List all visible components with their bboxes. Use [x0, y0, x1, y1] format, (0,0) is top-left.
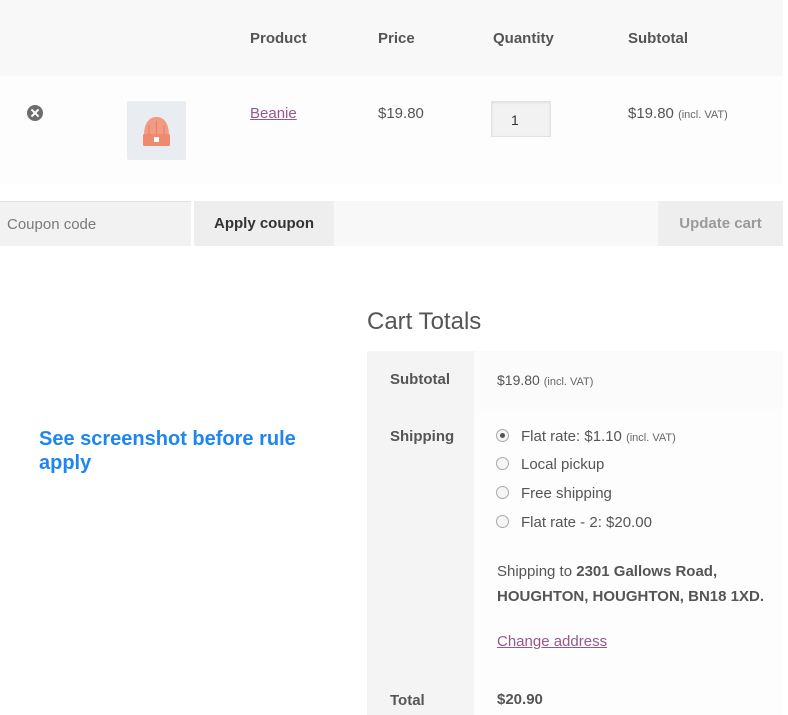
item-subtotal-value: $19.80: [628, 105, 674, 122]
shipping-option-flat-rate[interactable]: Flat rate: $1.10 (incl. VAT): [521, 428, 676, 445]
shipping-option-radio-free-shipping[interactable]: [496, 486, 509, 499]
cart-totals-title: Cart Totals: [367, 308, 482, 335]
shipping-option-flat-rate-2[interactable]: Flat rate - 2: $20.00: [521, 514, 652, 531]
shipping-option-radio-flat-rate-2[interactable]: [496, 515, 509, 528]
shipping-option-radio-local-pickup[interactable]: [496, 457, 509, 470]
totals-total-label: Total: [390, 692, 425, 709]
item-subtotal-tax-note: (incl. VAT): [678, 109, 728, 121]
shipping-option-free-shipping[interactable]: Free shipping: [521, 485, 612, 502]
remove-item-icon[interactable]: [27, 105, 43, 121]
totals-total-value: $20.90: [497, 691, 543, 708]
actions-spacer: [334, 201, 658, 246]
shipping-to-prefix: Shipping to: [497, 563, 573, 580]
column-header-product: Product: [250, 30, 307, 47]
totals-subtotal-label: Subtotal: [390, 371, 450, 388]
update-cart-button[interactable]: Update cart: [658, 201, 783, 246]
shipping-option-tax-note: (incl. VAT): [626, 432, 676, 444]
column-header-quantity: Quantity: [493, 30, 554, 47]
totals-shipping-label: Shipping: [390, 428, 455, 445]
column-header-subtotal: Subtotal: [628, 30, 688, 47]
shipping-option-local-pickup[interactable]: Local pickup: [521, 456, 604, 473]
shipping-option-radio-flat-rate[interactable]: [496, 429, 509, 442]
totals-subtotal: $19.80 (incl. VAT): [497, 372, 593, 388]
product-thumbnail[interactable]: [127, 101, 186, 160]
product-price: $19.80: [378, 105, 424, 122]
beanie-hat-icon: [143, 117, 170, 146]
change-address-link[interactable]: Change address: [497, 633, 607, 650]
totals-subtotal-value: $19.80: [497, 372, 540, 388]
cart-item-row: [0, 76, 783, 184]
totals-subtotal-tax-note: (incl. VAT): [543, 376, 594, 388]
quantity-input[interactable]: 1: [491, 101, 551, 137]
annotation-text: See screenshot before rule apply: [39, 428, 296, 474]
shipping-option-label: Flat rate: $1.10: [521, 428, 622, 445]
product-name-link[interactable]: Beanie: [250, 105, 297, 122]
column-header-price: Price: [378, 30, 415, 47]
apply-coupon-button[interactable]: Apply coupon: [194, 201, 334, 246]
shipping-destination: Shipping to 2301 Gallows Road, HOUGHTON,…: [497, 559, 767, 609]
item-subtotal: $19.80 (incl. VAT): [628, 105, 728, 122]
totals-label-column: [367, 351, 474, 715]
coupon-code-input[interactable]: Coupon code: [0, 201, 191, 246]
